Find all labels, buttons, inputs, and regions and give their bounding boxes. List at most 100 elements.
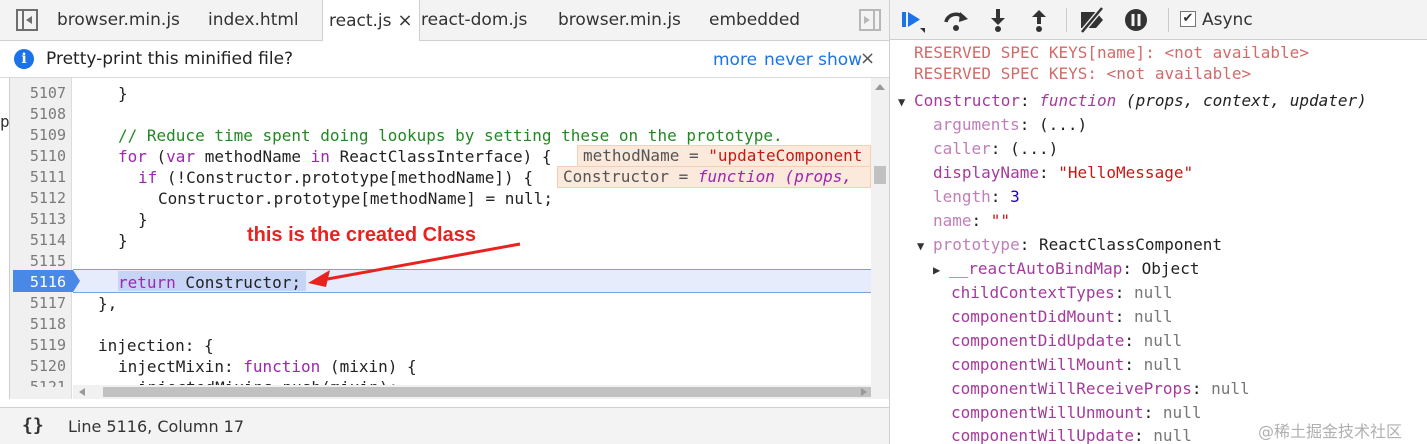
scope-value: null [1143,331,1183,350]
inline-value-text: function (props, [697,167,852,186]
line-number[interactable]: 5115 [12,252,66,270]
code-line-current: return Constructor; [118,273,301,292]
tab-browser-min-js[interactable]: browser.min.js [57,0,180,41]
line-number[interactable]: 5117 [12,294,66,312]
line-number[interactable]: 5110 [12,147,66,165]
scope-row: displayName: "HelloMessage" [933,163,1194,182]
code-line: } [118,84,128,103]
scrollbar-thumb[interactable] [103,387,871,397]
scope-value: null [1143,355,1183,374]
navigator-toggle-icon[interactable] [16,9,38,31]
line-number[interactable]: 5113 [12,210,66,228]
code-keyword: in [310,147,330,166]
navigator-collapsed-edge: p [0,78,10,399]
scroll-right-icon[interactable] [861,388,867,396]
scope-value[interactable]: (...) [1010,139,1058,158]
tab-close-icon[interactable]: × [398,10,413,31]
tab-react-js[interactable]: react.js × [322,0,420,42]
scope-row: componentWillReceiveProps: null [951,379,1250,398]
line-number[interactable]: 5107 [12,84,66,102]
pretty-print-infobar: i Pretty-print this minified file? more … [0,41,889,78]
tab-label: browser.min.js [558,10,681,30]
inline-value-text: "updateComponent [708,146,863,165]
line-number[interactable]: 5119 [12,336,66,354]
scope-value: <not available> [1164,43,1309,62]
scope-value: "" [990,211,1011,230]
more-link[interactable]: more [713,50,757,70]
code-comment: // Reduce time spent doing lookups by se… [118,126,783,145]
debugger-toggle-icon[interactable] [859,9,881,31]
pretty-print-icon[interactable]: {} [22,415,44,436]
never-show-link[interactable]: never show [764,50,862,70]
scope-key: RESERVED SPEC KEYS [914,64,1088,83]
infobar-message: Pretty-print this minified file? [46,49,294,69]
code-text: Constructor; [175,273,302,292]
watermark: @稀土掘金技术社区 [1258,422,1403,441]
code-line: } [138,210,148,229]
scroll-left-icon[interactable] [79,388,85,396]
line-number[interactable]: 5112 [12,189,66,207]
code-text: methodName [195,147,311,166]
line-number[interactable]: 5111 [12,168,66,186]
tab-react-dom-js[interactable]: react-dom.js [421,0,527,41]
scope-key: name [933,211,972,230]
scope-value: "HelloMessage" [1058,163,1194,182]
expanded-triangle-icon[interactable]: ▼ [917,239,933,253]
step-over-icon[interactable] [942,6,970,34]
scope-value: ReactClassComponent [1038,235,1222,254]
scope-key: childContextTypes [951,283,1115,302]
scope-value[interactable]: (...) [1039,115,1087,134]
scope-key: componentWillUnmount [951,403,1144,422]
code-text: injectMixin: [118,357,244,376]
scope-row: componentWillUpdate: null [951,426,1192,444]
scrollbar-thumb[interactable] [874,166,886,184]
resume-icon[interactable] [898,6,926,34]
scope-row[interactable]: arguments: (...) [933,115,1087,134]
code-keyword: if [138,168,158,187]
pause-on-exceptions-icon[interactable] [1122,6,1150,34]
line-number-breakpoint[interactable]: 5116 [12,273,66,291]
scope-key: caller [933,139,991,158]
debugger-toolbar: ✔ Async [890,0,1427,40]
toolbar-separator [1168,8,1169,32]
scope-key: __reactAutoBindMap [949,259,1123,278]
line-number[interactable]: 5114 [12,231,66,249]
line-number[interactable]: 5108 [12,105,66,123]
scroll-up-icon[interactable] [875,84,885,90]
horizontal-scrollbar[interactable] [73,385,871,399]
code-text: (!Constructor.prototype[methodName]) { [157,168,533,187]
scope-key: componentWillMount [951,355,1125,374]
tab-embedded[interactable]: embedded [709,0,800,41]
async-checkbox[interactable]: ✔ [1180,11,1196,27]
scope-value: (props, context, updater) [1116,91,1367,110]
scope-row[interactable]: caller: (...) [933,139,1058,158]
infobar-close-icon[interactable]: × [860,48,875,69]
scope-value: Object [1141,259,1200,278]
deactivate-breakpoints-icon[interactable] [1078,6,1106,34]
scope-value: null [1162,403,1202,422]
step-out-icon[interactable] [1025,6,1053,34]
line-number[interactable]: 5120 [12,357,66,375]
scope-value: <not available> [1106,64,1252,83]
line-number[interactable]: 5109 [12,126,66,144]
scope-key: componentWillReceiveProps [951,379,1192,398]
expanded-triangle-icon[interactable]: ▼ [898,95,914,109]
vertical-scrollbar[interactable] [871,78,889,399]
scope-row-prototype[interactable]: ▼ prototype: ReactClassComponent [917,235,1222,254]
step-into-icon[interactable] [984,6,1012,34]
collapsed-triangle-icon[interactable]: ▶ [933,263,949,277]
scope-value: null [1134,307,1173,326]
code-line: injectedMixins.push(mixin); [138,378,398,385]
line-number[interactable]: 5121 [12,378,66,387]
async-label: Async [1202,10,1253,30]
tab-index-html[interactable]: index.html [208,0,299,41]
scope-row: name: "" [933,211,1011,230]
line-number[interactable]: 5118 [12,315,66,333]
scope-row-constructor[interactable]: ▼ Constructor: function (props, context, … [898,91,1367,110]
code-text: ReactClassInterface) { [329,147,552,166]
scope-row-autobind[interactable]: ▶ __reactAutoBindMap: Object [933,259,1199,278]
scope-row: RESERVED SPEC KEYS: <not available> [914,64,1252,83]
tab-browser-min-js-2[interactable]: browser.min.js [558,0,681,41]
tab-label: embedded [709,10,801,30]
scope-row: componentDidUpdate: null [951,331,1183,350]
